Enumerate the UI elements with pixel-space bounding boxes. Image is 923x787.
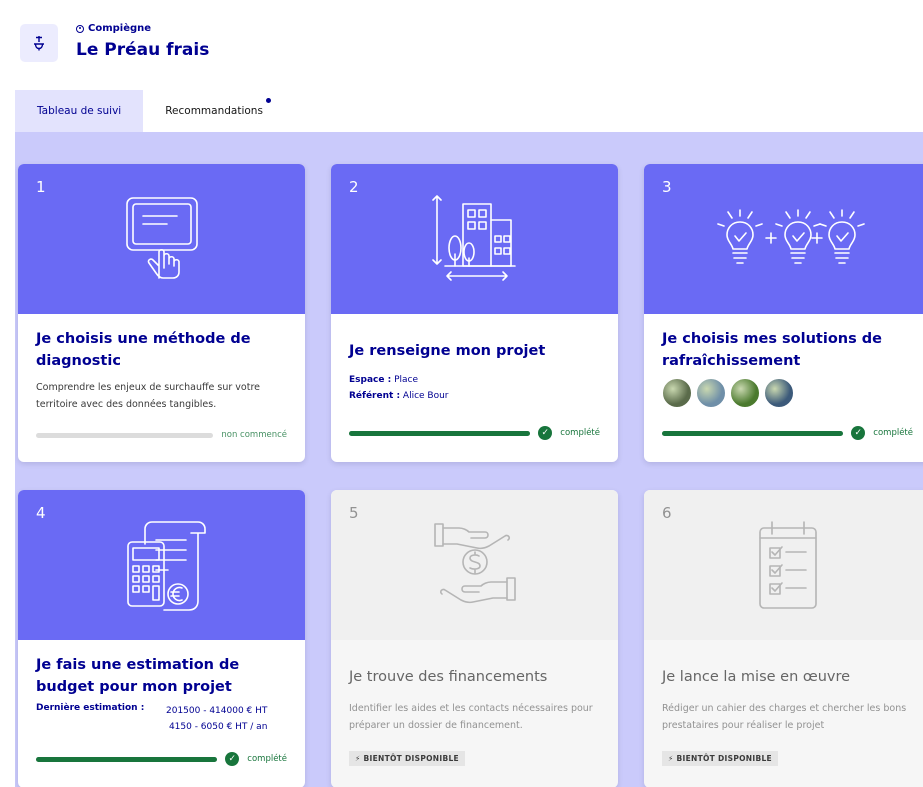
location-text: Compiègne <box>88 23 152 34</box>
info-label: Référent : <box>349 391 401 401</box>
tab-tableau-de-suivi[interactable]: Tableau de suivi <box>15 90 144 132</box>
step-card-projet[interactable]: 2 Je renseigne mon projet Espace: Place… <box>331 164 618 462</box>
card-header: 1 <box>18 164 305 314</box>
status-text: complété <box>560 428 600 438</box>
card-title: Je choisis mes solutions de rafraîchisse… <box>662 331 882 369</box>
solution-thumbnail <box>730 378 760 408</box>
page-title: Le Préau frais <box>76 40 210 60</box>
progress-row: non commencé <box>36 430 287 440</box>
calculator-receipt-icon <box>126 521 206 611</box>
card-title: Je trouve des financements <box>349 669 548 685</box>
tab-label: Recommandations <box>165 105 263 117</box>
card-description: Rédiger un cahier des charges et cherche… <box>662 703 907 731</box>
card-title: Je lance la mise en œuvre <box>662 669 851 685</box>
info-label: Espace : <box>349 375 392 385</box>
project-logo <box>20 24 58 62</box>
check-icon: ✓ <box>225 752 240 766</box>
progress-bar <box>349 430 531 436</box>
info-referent: Référent : Alice Bour <box>349 388 600 404</box>
estimate-label: Dernière estimation : <box>36 703 145 713</box>
steps-board: 1 Je choisis une méthode de diagnostic C… <box>15 132 923 787</box>
step-number: 5 <box>349 504 359 522</box>
step-card-mise-en-oeuvre: 6 Je lance la mise en œuvre Rédiger un c… <box>644 490 923 787</box>
progress-bar <box>36 756 218 762</box>
solution-thumbnails <box>662 378 913 408</box>
tab-label: Tableau de suivi <box>37 105 122 117</box>
step-number: 3 <box>662 178 672 196</box>
progress-bar <box>662 430 844 436</box>
step-number: 4 <box>36 504 46 522</box>
card-title: Je renseigne mon projet <box>349 343 546 359</box>
step-number: 1 <box>36 178 46 196</box>
step-number: 6 <box>662 504 672 522</box>
check-icon: ✓ <box>851 426 866 440</box>
card-title: Je choisis une méthode de diagnostic <box>36 331 251 369</box>
info-value: Alice Bour <box>402 391 449 401</box>
progress-row: ✓ complété <box>349 426 600 440</box>
tab-recommandations[interactable]: Recommandations <box>143 90 285 132</box>
card-header: 4 <box>18 490 305 640</box>
hands-money-icon <box>433 523 516 604</box>
card-header: 3 <box>644 164 923 314</box>
card-description: Comprendre les enjeux de surchauffe sur … <box>36 382 261 410</box>
budget-estimate: Dernière estimation : 201500 - 414000 € … <box>36 703 287 735</box>
page-header: Compiègne Le Préau frais Tableau de suiv… <box>0 0 923 132</box>
card-header: 6 <box>644 490 923 640</box>
tab-bar: Tableau de suivi Recommandations <box>15 90 285 132</box>
card-header: 5 <box>331 490 618 640</box>
step-card-solutions[interactable]: 3 Je choisis mes solutions de rafraîchis… <box>644 164 923 462</box>
notification-dot <box>265 98 271 103</box>
step-card-financements: 5 Je trouve des financements Identifier … <box>331 490 618 787</box>
estimate-annual: 4150 - 6050 € HT / an <box>168 722 268 732</box>
step-card-diagnostic[interactable]: 1 Je choisis une méthode de diagnostic C… <box>18 164 305 462</box>
checklist-clipboard-icon <box>758 521 817 609</box>
step-card-budget[interactable]: 4 Je fais une estimation de budget pour … <box>18 490 305 787</box>
location-pin-icon <box>76 24 84 33</box>
step-number: 2 <box>349 178 359 196</box>
progress-row: ✓ complété <box>662 426 913 440</box>
info-espace: Espace : Place <box>349 372 600 388</box>
status-text: complété <box>873 428 913 438</box>
coming-soon-badge: ⚡ BIENTÔT DISPONIBLE <box>349 751 465 766</box>
touchscreen-hand-icon <box>125 197 198 279</box>
fountain-icon <box>34 36 44 51</box>
lightbulbs-icon <box>716 209 865 264</box>
solution-thumbnail <box>696 378 726 408</box>
check-icon: ✓ <box>538 426 553 440</box>
project-location: Compiègne <box>76 23 151 34</box>
buildings-tree-icon <box>431 195 516 281</box>
card-header: 2 <box>331 164 618 314</box>
card-description: Identifier les aides et les contacts néc… <box>349 703 593 731</box>
coming-soon-badge: ⚡ BIENTÔT DISPONIBLE <box>662 751 778 766</box>
estimate-investment: 201500 - 414000 € HT <box>166 706 268 716</box>
status-text: complété <box>247 754 287 764</box>
solution-thumbnail <box>662 378 692 408</box>
solution-thumbnail <box>764 378 794 408</box>
status-text: non commencé <box>221 430 287 440</box>
progress-bar <box>36 432 214 438</box>
card-title: Je fais une estimation de budget pour mo… <box>36 657 240 695</box>
info-value: Place <box>394 375 419 385</box>
progress-row: ✓ complété <box>36 752 287 766</box>
